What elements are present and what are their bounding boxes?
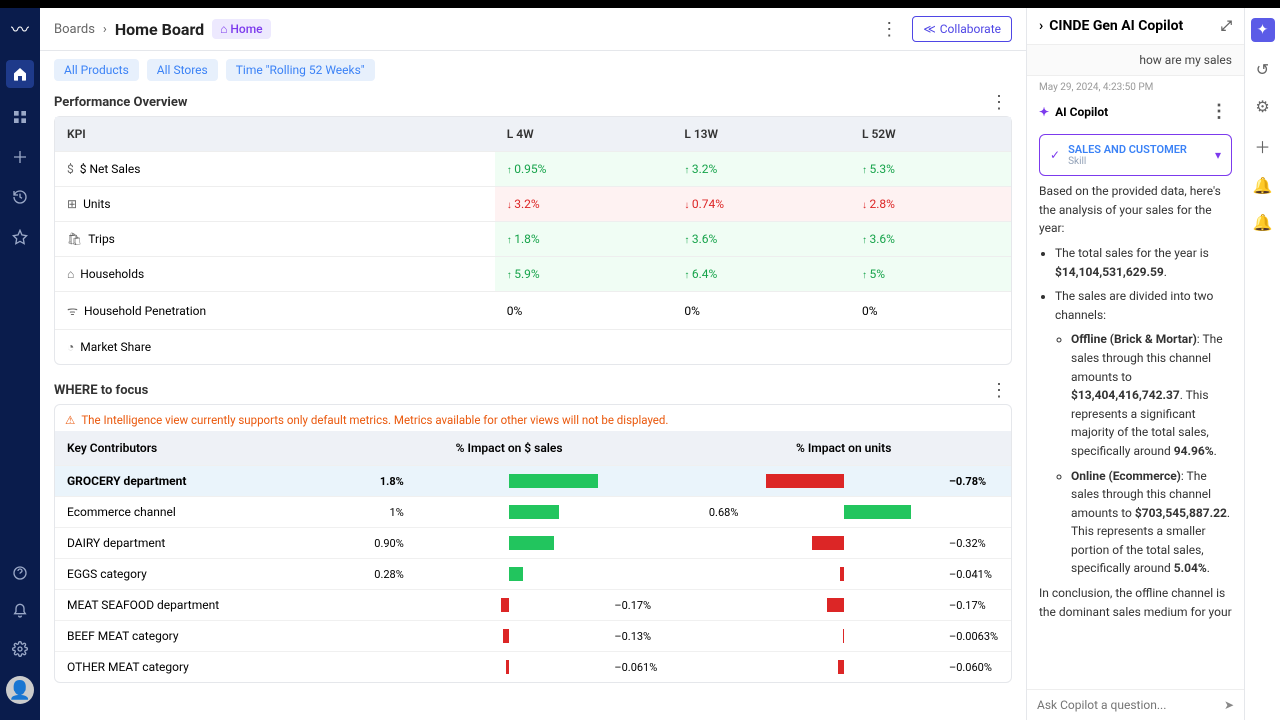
focus-warning: ⚠ The Intelligence view currently suppor… bbox=[55, 405, 1011, 431]
contrib-table: Key Contributors% Impact on $ sales% Imp… bbox=[55, 431, 1011, 682]
contrib-row[interactable]: EGGS category0.28%–0.041% bbox=[55, 559, 1011, 590]
home-badge[interactable]: ⌂ Home bbox=[212, 19, 270, 39]
kpi-row[interactable]: ᯤHousehold Penetration0%0%0% bbox=[55, 292, 1011, 330]
copilot-header: › CINDE Gen AI Copilot ⤢ bbox=[1027, 8, 1244, 45]
nav-star-icon[interactable] bbox=[9, 226, 31, 248]
rail-alert-icon[interactable]: 🔔 bbox=[1253, 213, 1273, 232]
filter-pill[interactable]: All Products bbox=[54, 59, 139, 81]
kpi-col-header: L 13W bbox=[672, 117, 850, 152]
breadcrumb-root[interactable]: Boards bbox=[54, 22, 95, 37]
header-more-icon[interactable]: ⋮ bbox=[876, 19, 902, 40]
contrib-row[interactable]: Ecommerce channel1%0.68% bbox=[55, 497, 1011, 528]
rail-sparkle-icon[interactable]: ✦ bbox=[1251, 18, 1275, 42]
contrib-row[interactable]: BEEF MEAT category–0.13%–0.0063% bbox=[55, 621, 1011, 652]
kpi-icon: ⊞ bbox=[67, 197, 77, 211]
user-avatar[interactable]: 👤 bbox=[6, 676, 34, 704]
ai-copilot-label: ✦ AI Copilot ⋮ bbox=[1027, 95, 1244, 128]
copilot-timestamp: May 29, 2024, 4:23:50 PM bbox=[1027, 76, 1244, 95]
left-sidebar: 〰 👤 bbox=[0, 8, 40, 720]
perf-card: KPIL 4WL 13WL 52W $$ Net Sales0.95%3.2%5… bbox=[54, 116, 1012, 365]
kpi-icon: $ bbox=[67, 162, 74, 176]
chevron-down-icon[interactable]: ▾ bbox=[1215, 148, 1221, 162]
page-header: Boards › Home Board ⌂ Home ⋮ ≪ Collabora… bbox=[40, 8, 1026, 51]
copilot-input[interactable] bbox=[1037, 698, 1224, 712]
contrib-row[interactable]: OTHER MEAT category–0.061%–0.060% bbox=[55, 652, 1011, 683]
sparkle-icon: ✦ bbox=[1039, 105, 1049, 119]
contrib-row[interactable]: MEAT SEAFOOD department–0.17%–0.17% bbox=[55, 590, 1011, 621]
contrib-col-header: Key Contributors bbox=[55, 431, 342, 466]
collaborate-button[interactable]: ≪ Collaborate bbox=[912, 16, 1012, 42]
nav-grid-icon[interactable] bbox=[9, 106, 31, 128]
filter-pill[interactable]: Time "Rolling 52 Weeks" bbox=[226, 59, 375, 81]
titlebar-strip bbox=[0, 0, 1280, 8]
kpi-col-header: L 4W bbox=[495, 117, 673, 152]
rail-settings-icon[interactable]: ⚙ bbox=[1255, 97, 1269, 116]
perf-more-icon[interactable]: ⋮ bbox=[986, 92, 1012, 113]
rail-bell-icon[interactable]: 🔔 bbox=[1253, 176, 1273, 195]
focus-more-icon[interactable]: ⋮ bbox=[986, 380, 1012, 401]
kpi-icon: ◔ bbox=[67, 340, 74, 354]
focus-card: ⚠ The Intelligence view currently suppor… bbox=[54, 404, 1012, 683]
right-rail: ✦ ↺ ⚙ ＋ 🔔 🔔 bbox=[1244, 8, 1280, 720]
contrib-col-header: % Impact on $ sales bbox=[342, 431, 677, 466]
kpi-icon: ᯤ bbox=[67, 304, 78, 318]
skill-badge[interactable]: ✓ SALES AND CUSTOMER Skill ▾ bbox=[1039, 134, 1232, 176]
rail-history-icon[interactable]: ↺ bbox=[1256, 60, 1269, 79]
kpi-icon: 🛍 bbox=[67, 232, 82, 246]
contrib-row[interactable]: GROCERY department1.8%–0.78% bbox=[55, 466, 1011, 497]
send-icon[interactable]: ➤ bbox=[1224, 698, 1234, 712]
rail-add-icon[interactable]: ＋ bbox=[1254, 134, 1270, 158]
kpi-row[interactable]: 🛍Trips1.8%3.6%3.6% bbox=[55, 222, 1011, 257]
kpi-icon: ⌂ bbox=[67, 267, 74, 281]
kpi-row[interactable]: ◔Market Share bbox=[55, 330, 1011, 365]
perf-title: Performance Overview bbox=[54, 89, 187, 116]
breadcrumb: Boards › Home Board ⌂ Home bbox=[54, 19, 271, 39]
nav-help-icon[interactable] bbox=[9, 562, 31, 584]
kpi-row[interactable]: ⌂Households5.9%6.4%5% bbox=[55, 257, 1011, 292]
contrib-col-header: % Impact on units bbox=[676, 431, 1011, 466]
user-question: how are my sales bbox=[1027, 45, 1244, 76]
filter-bar: All Products All Stores Time "Rolling 52 W… bbox=[40, 51, 1026, 89]
kpi-row[interactable]: ⊞Units3.2%0.74%2.8% bbox=[55, 187, 1011, 222]
expand-icon[interactable]: ⤢ bbox=[1221, 18, 1232, 34]
copilot-title: CINDE Gen AI Copilot bbox=[1049, 18, 1183, 34]
contrib-row[interactable]: DAIRY department0.90%–0.32% bbox=[55, 528, 1011, 559]
nav-home-icon[interactable] bbox=[6, 60, 34, 88]
warning-icon: ⚠ bbox=[65, 413, 75, 427]
nav-bell-icon[interactable] bbox=[9, 600, 31, 622]
copilot-msg-more-icon[interactable]: ⋮ bbox=[1206, 101, 1232, 122]
chevron-right-icon: › bbox=[103, 22, 107, 37]
nav-history-icon[interactable] bbox=[9, 186, 31, 208]
kpi-table: KPIL 4WL 13WL 52W $$ Net Sales0.95%3.2%5… bbox=[55, 117, 1011, 364]
focus-title: WHERE to focus bbox=[54, 377, 148, 404]
kpi-col-header: KPI bbox=[55, 117, 495, 152]
kpi-col-header: L 52W bbox=[850, 117, 1011, 152]
page-title: Home Board bbox=[115, 20, 204, 39]
logo-icon: 〰 bbox=[11, 16, 29, 42]
nav-add-icon[interactable] bbox=[9, 146, 31, 168]
copilot-panel: › CINDE Gen AI Copilot ⤢ how are my sale… bbox=[1026, 8, 1244, 720]
copilot-response: Based on the provided data, here's the a… bbox=[1027, 182, 1244, 689]
filter-pill[interactable]: All Stores bbox=[147, 59, 218, 81]
check-circle-icon: ✓ bbox=[1050, 148, 1060, 162]
copilot-input-bar: ➤ bbox=[1027, 689, 1244, 720]
nav-settings-icon[interactable] bbox=[9, 638, 31, 660]
kpi-row[interactable]: $$ Net Sales0.95%3.2%5.3% bbox=[55, 152, 1011, 187]
chevron-right-icon[interactable]: › bbox=[1039, 18, 1043, 34]
